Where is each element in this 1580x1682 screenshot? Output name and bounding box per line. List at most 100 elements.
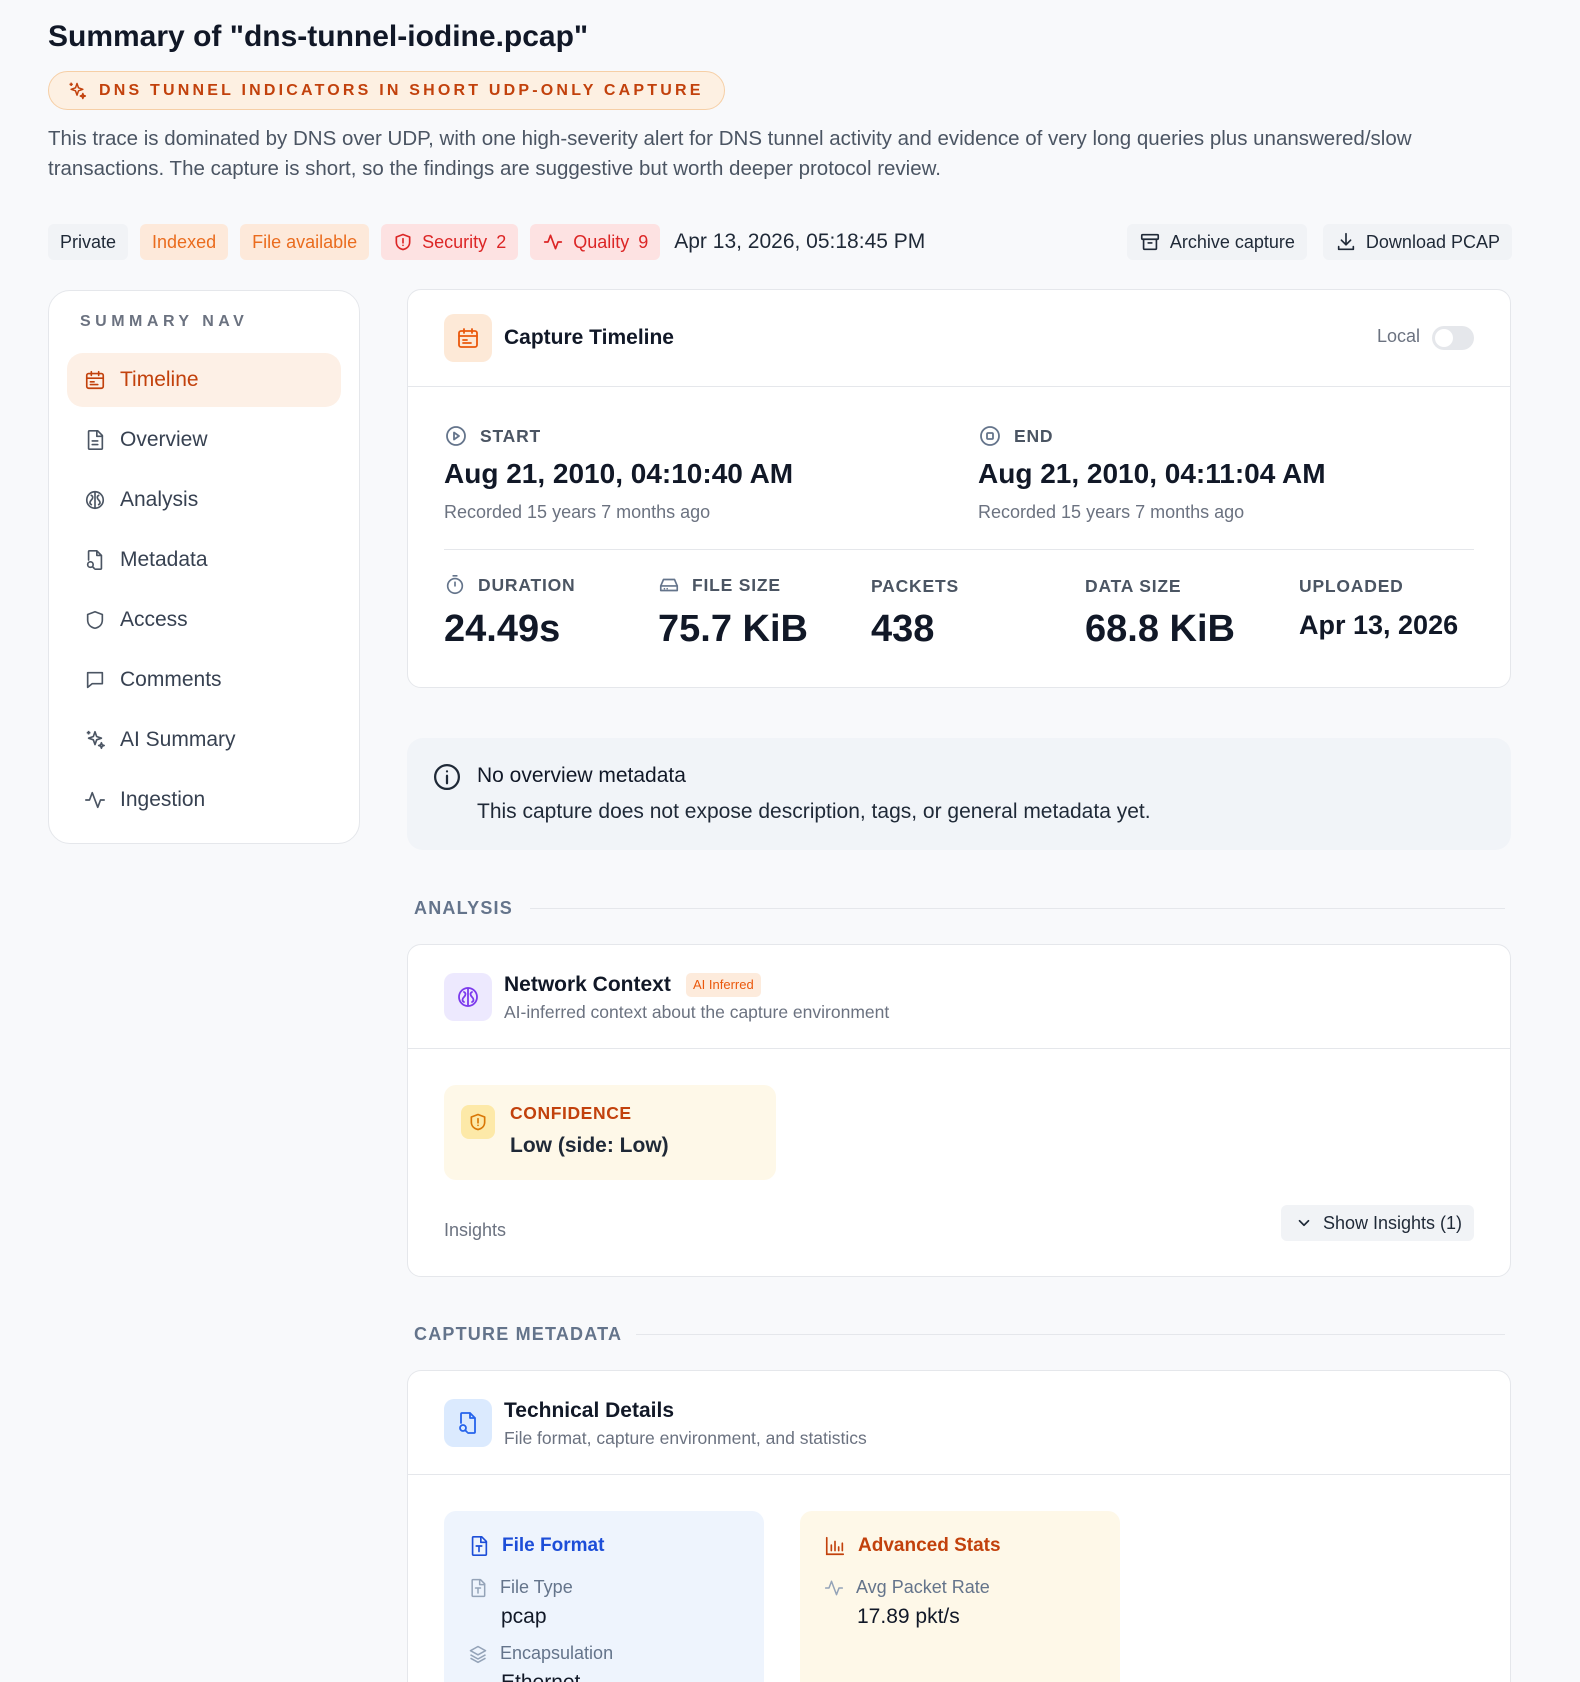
analysis-section-label: ANALYSIS: [414, 898, 513, 918]
layers-icon: [468, 1644, 488, 1664]
nav-item-ingestion[interactable]: Ingestion: [67, 773, 341, 827]
file-type-value: pcap: [501, 1605, 547, 1628]
status-bar: Private Indexed File available Security …: [48, 224, 1512, 260]
sparkles-icon: [84, 729, 106, 751]
file-icon: [468, 1578, 488, 1598]
chevron-down-icon: [1295, 1214, 1313, 1232]
encapsulation-value: Ethernet: [501, 1671, 580, 1682]
archive-capture-button[interactable]: Archive capture: [1126, 224, 1307, 260]
download-pcap-button[interactable]: Download PCAP: [1322, 224, 1512, 260]
brain-icon: [444, 973, 492, 1021]
security-badge[interactable]: Security 2: [381, 224, 519, 260]
encapsulation-row: Encapsulation: [468, 1643, 613, 1664]
duration-label-row: DURATION: [444, 574, 575, 596]
confidence-label: CONFIDENCE: [510, 1103, 632, 1123]
confidence-panel: CONFIDENCE Low (side: Low): [444, 1085, 776, 1180]
technical-details-title: Technical Details: [504, 1399, 675, 1422]
shield-alert-icon: [461, 1105, 495, 1139]
indexed-badge: Indexed: [140, 224, 229, 260]
file-format-heading: File Format: [468, 1535, 604, 1557]
nav-label: Access: [120, 608, 188, 631]
data-size-value: 68.8 KiB: [1085, 608, 1235, 650]
nav-label: Metadata: [120, 548, 208, 571]
nav-item-metadata[interactable]: Metadata: [67, 533, 341, 587]
uploaded-value: Apr 13, 2026: [1299, 610, 1459, 640]
nav-item-analysis[interactable]: Analysis: [67, 473, 341, 527]
section-divider: [636, 1334, 1505, 1335]
overview-empty-message: This capture does not expose description…: [477, 800, 1151, 823]
quality-label: Quality: [573, 231, 630, 252]
archive-icon: [1139, 231, 1161, 253]
calendar-icon: [84, 369, 106, 391]
timeline-title: Capture Timeline: [504, 326, 674, 349]
nav-item-comments[interactable]: Comments: [67, 653, 341, 707]
file-format-title: File Format: [502, 1535, 605, 1556]
packets-value: 438: [871, 608, 935, 650]
nav-item-overview[interactable]: Overview: [67, 413, 341, 467]
avg-rate-value: 17.89 pkt/s: [857, 1605, 960, 1628]
divider: [444, 549, 1474, 550]
download-icon: [1335, 231, 1357, 253]
advanced-stats-panel: Advanced Stats Avg Packet Rate 17.89 pkt…: [800, 1511, 1120, 1682]
bar-chart-icon: [824, 1535, 846, 1557]
archive-label: Archive capture: [1169, 231, 1295, 252]
network-context-card: Network Context AI Inferred AI-inferred …: [407, 944, 1511, 1277]
file-available-label: File available: [252, 231, 358, 252]
document-icon: [84, 429, 106, 451]
timeline-card-header: Capture Timeline Local: [408, 290, 1510, 387]
nav-item-ai-summary[interactable]: AI Summary: [67, 713, 341, 767]
nav-item-access[interactable]: Access: [67, 593, 341, 647]
quality-badge[interactable]: Quality 9: [530, 224, 661, 260]
start-relative: Recorded 15 years 7 months ago: [444, 502, 711, 522]
summary-nav: SUMMARY NAV Timeline Overview Analysis M…: [48, 290, 360, 844]
start-value: Aug 21, 2010, 04:10:40 AM: [444, 458, 794, 489]
metadata-section-label: CAPTURE METADATA: [414, 1324, 623, 1344]
duration-value: 24.49s: [444, 608, 561, 650]
file-type-row: File Type: [468, 1577, 573, 1598]
end-label: END: [1014, 425, 1054, 446]
advanced-stats-title: Advanced Stats: [858, 1535, 1001, 1556]
overview-empty-title: No overview metadata: [477, 764, 686, 787]
activity-icon: [84, 789, 106, 811]
play-circle-icon: [444, 424, 468, 448]
nav-label: Timeline: [120, 368, 199, 391]
sparkles-icon: [67, 81, 87, 101]
nav-label: Overview: [120, 428, 208, 451]
ai-summary-text: This trace is dominated by DNS over UDP,…: [48, 127, 1412, 180]
activity-icon: [542, 232, 564, 252]
ai-headline-text: DNS TUNNEL INDICATORS IN SHORT UDP-ONLY …: [99, 81, 704, 99]
shield-icon: [84, 609, 106, 631]
start-label: START: [480, 425, 542, 446]
encapsulation-label: Encapsulation: [500, 1643, 614, 1663]
hard-drive-icon: [658, 574, 680, 596]
local-time-toggle[interactable]: [1432, 326, 1474, 350]
show-insights-label: Show Insights (1): [1322, 1212, 1462, 1233]
security-count: 2: [496, 231, 507, 252]
file-available-badge: File available: [240, 224, 370, 260]
info-icon: [432, 762, 462, 792]
show-insights-button[interactable]: Show Insights (1): [1280, 1205, 1474, 1241]
duration-label: DURATION: [478, 574, 576, 595]
insights-label: Insights: [444, 1220, 507, 1240]
timer-icon: [444, 574, 466, 596]
data-size-label: DATA SIZE: [1085, 576, 1182, 596]
file-format-panel: File Format File Type pcap Encapsulation…: [444, 1511, 764, 1682]
network-context-header: Network Context AI Inferred AI-inferred …: [408, 945, 1510, 1049]
overview-empty-notice: No overview metadata This capture does n…: [407, 738, 1511, 850]
nav-label: Ingestion: [120, 788, 206, 811]
shield-alert-icon: [393, 232, 413, 252]
end-value: Aug 21, 2010, 04:11:04 AM: [978, 458, 1326, 489]
technical-details-card: Technical Details File format, capture e…: [407, 1370, 1511, 1682]
security-label: Security: [422, 231, 488, 252]
file-size-value: 75.7 KiB: [658, 608, 808, 650]
local-time-label: Local: [1376, 326, 1420, 346]
stop-circle-icon: [978, 424, 1002, 448]
section-divider: [530, 908, 1505, 909]
visibility-badge: Private: [48, 224, 129, 260]
nav-item-timeline[interactable]: Timeline: [67, 353, 341, 407]
capture-timestamp: Apr 13, 2026, 05:18:45 PM: [674, 230, 926, 253]
network-context-title: Network Context: [504, 973, 671, 996]
capture-timeline-card: Capture Timeline Local START Aug 21, 201…: [407, 289, 1511, 688]
technical-details-subtitle: File format, capture environment, and st…: [504, 1428, 867, 1448]
advanced-stats-heading: Advanced Stats: [824, 1535, 1001, 1557]
